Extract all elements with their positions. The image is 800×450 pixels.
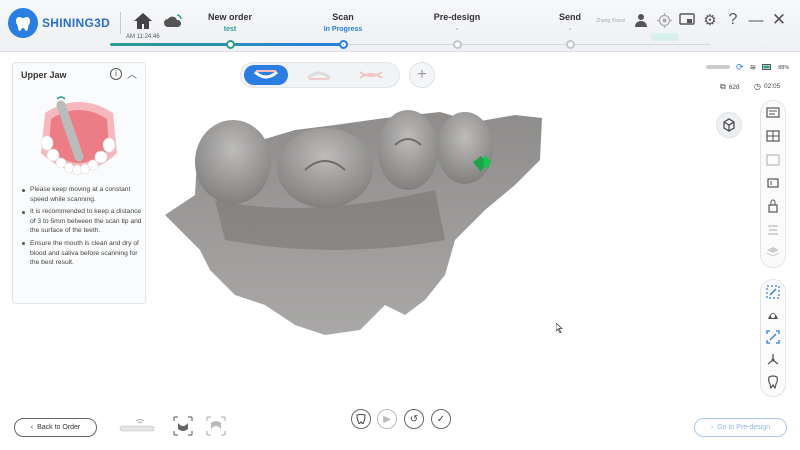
jaw-mode-toggle: [240, 62, 400, 88]
step-pre-design[interactable]: Pre-design -: [417, 0, 497, 35]
info-icon[interactable]: i: [110, 68, 122, 80]
clock-text: AM 11:24:46: [126, 34, 160, 40]
layers-icon[interactable]: [764, 244, 782, 261]
step-title: New order: [207, 12, 252, 22]
right-toolbar-bottom: [760, 279, 786, 397]
right-toolbar-top: [760, 100, 786, 268]
step-subtitle: -: [568, 26, 572, 33]
step-subtitle: In Progress: [323, 26, 363, 33]
step-subtitle: -: [455, 26, 459, 33]
frame-count: 628: [728, 83, 740, 91]
go-to-pre-design-button[interactable]: › Go to Pre-design: [694, 418, 787, 437]
select-area-icon[interactable]: [764, 284, 782, 300]
timer-value: 02:05: [763, 83, 781, 90]
lock-icon[interactable]: [764, 198, 782, 215]
scanner-tip-icon: [118, 418, 158, 439]
palate-icon[interactable]: [764, 306, 782, 322]
play-icon[interactable]: ▶: [377, 409, 397, 429]
mouse-cursor: [555, 320, 564, 338]
brand-name: SHINING3D: [42, 16, 111, 30]
tooth-icon[interactable]: [764, 374, 782, 390]
list-item: It is recommended to keep a distance of …: [21, 207, 145, 236]
lower-jaw-icon[interactable]: [297, 65, 341, 85]
target-icon[interactable]: [656, 12, 672, 28]
scan-tips-list: Please keep moving at a constant speed w…: [21, 185, 145, 271]
battery-icon: [762, 63, 772, 72]
scan-settings-icon[interactable]: [764, 105, 782, 122]
list-item: Please keep moving at a constant speed w…: [21, 185, 145, 204]
layout-icon[interactable]: [764, 128, 782, 145]
next-button-label: Go to Pre-design: [717, 424, 771, 431]
step-subtitle: test: [223, 26, 237, 33]
step-dot: [225, 40, 235, 49]
back-to-order-button[interactable]: ‹ Back to Order: [14, 418, 97, 437]
cloud-sync-icon[interactable]: [163, 13, 183, 34]
upper-jaw-illustration: [33, 93, 125, 181]
minimize-icon[interactable]: —: [748, 12, 764, 29]
header-divider: [120, 12, 121, 34]
brand-logo: SHINING3D: [8, 8, 110, 38]
chevron-right-icon: ›: [710, 424, 714, 431]
bite-icon[interactable]: [349, 65, 393, 85]
lower-jaw-mini-icon[interactable]: [205, 415, 227, 437]
step-dot: [565, 40, 575, 49]
scan-3d-model[interactable]: [155, 100, 555, 340]
step-dot: [452, 40, 462, 49]
frame-counter: ⧉ 628: [720, 82, 740, 92]
texture-icon[interactable]: [764, 151, 782, 168]
back-button-label: Back to Order: [37, 424, 81, 431]
view-3d-button[interactable]: [716, 112, 742, 138]
panel-title: Upper Jaw: [21, 70, 67, 80]
tooth-icon[interactable]: [351, 409, 371, 429]
frames-icon: ⧉: [720, 82, 726, 91]
chevron-left-icon: ‹: [30, 424, 34, 431]
scanner-status-pill: [651, 33, 679, 41]
scanner-status: ⟳ ≋ 88%: [706, 62, 789, 73]
user-name: Zhang Xiaoxi: [596, 18, 626, 24]
step-title: Pre-design: [433, 12, 481, 22]
battery-level: 88%: [778, 64, 790, 71]
close-icon[interactable]: ✕: [771, 10, 787, 29]
sync-icon: ⟳: [736, 62, 744, 72]
header-icon-bar: ⚙ ? — ✕: [633, 10, 787, 29]
upper-jaw-icon[interactable]: [244, 65, 288, 85]
scanner-icon: [706, 64, 730, 72]
fit-view-icon[interactable]: [764, 329, 782, 345]
trim-icon[interactable]: [764, 221, 782, 238]
scan-timer: ◷ 02:05: [754, 82, 780, 91]
upper-jaw-mini-icon[interactable]: [172, 415, 194, 437]
clock-icon: ◷: [754, 82, 761, 91]
list-item: Ensure the mouth is clean and dry of blo…: [21, 239, 145, 268]
home-icon[interactable]: [133, 12, 153, 35]
help-icon[interactable]: ?: [725, 11, 741, 28]
undo-icon[interactable]: ↺: [404, 409, 424, 429]
check-icon[interactable]: ✓: [431, 409, 451, 429]
user-icon[interactable]: [633, 12, 649, 28]
gear-icon[interactable]: ⚙: [702, 12, 718, 29]
step-dot: [338, 40, 348, 49]
step-title: Scan: [332, 12, 354, 22]
axis-icon[interactable]: [764, 351, 782, 367]
app-header: SHINING3D AM 11:24:46 New order test Sca…: [0, 0, 800, 52]
crop-icon[interactable]: [764, 174, 782, 191]
step-scan[interactable]: Scan In Progress: [303, 0, 383, 35]
screen-icon[interactable]: [679, 12, 695, 28]
scan-guide-panel: Upper Jaw i ︿ Please keep moving at a co…: [12, 62, 146, 304]
step-new-order[interactable]: New order test: [190, 0, 270, 35]
add-scan-button[interactable]: +: [409, 62, 435, 88]
chevron-up-icon[interactable]: ︿: [127, 66, 137, 81]
wifi-icon: ≋: [749, 63, 757, 72]
tooth-logo-icon: [8, 8, 38, 38]
